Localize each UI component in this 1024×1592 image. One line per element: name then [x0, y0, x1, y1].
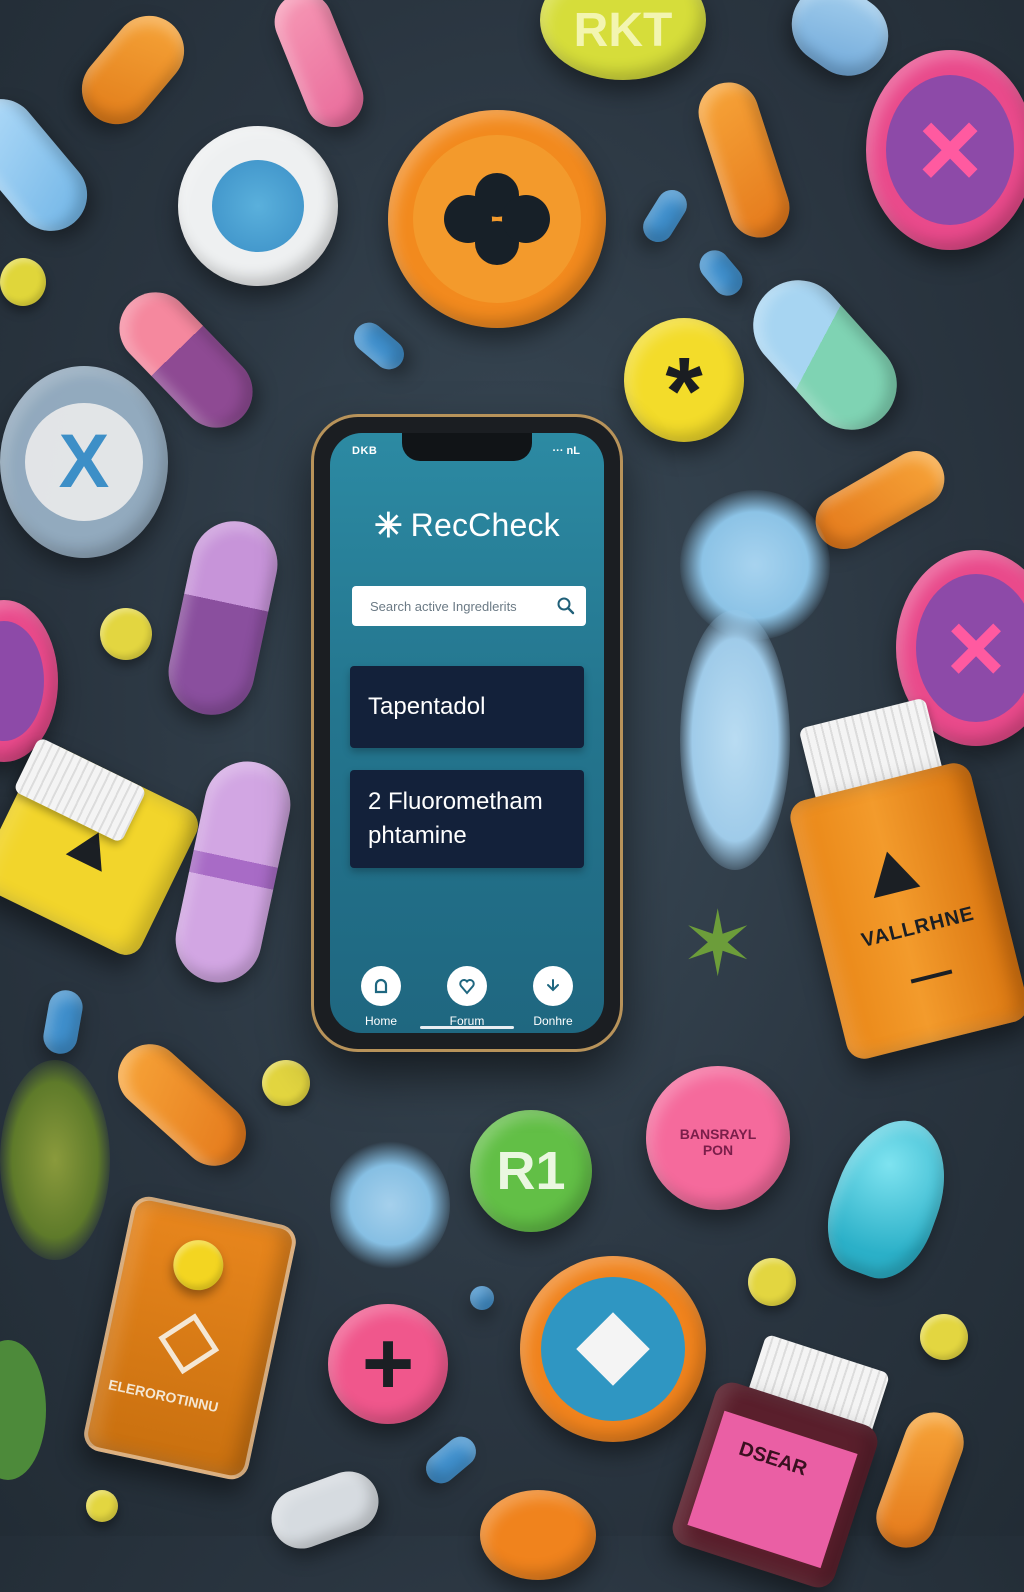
pink-label-disc: BANSRAYL PON	[646, 1066, 790, 1210]
blue-capsule-top-right	[776, 0, 904, 92]
arrow-down-icon[interactable]	[533, 966, 573, 1006]
clear-capsule-bottom	[263, 1462, 387, 1558]
grass-tuft	[0, 1060, 110, 1260]
nav-label-donhre: Donhre	[533, 1014, 573, 1028]
small-blue-pill-5	[419, 1430, 483, 1490]
yellow-dot	[0, 258, 46, 306]
pink-disc-label-2: PON	[702, 1142, 734, 1158]
bottom-nav: Home Forum Donhre	[330, 966, 604, 1028]
app-screen: DKB ··· nL ✳ RecCheck Tapentadol 2 Fluor…	[330, 433, 604, 1033]
green-leaf	[0, 1340, 46, 1480]
orange-bottle: VALLRHNE	[786, 759, 1024, 1063]
result-card[interactable]: Tapentadol	[350, 666, 584, 748]
orange-bottle-label: VALLRHNE	[859, 902, 977, 952]
orange-box-label: ELEROROTINNU	[106, 1376, 220, 1416]
heart-shield-icon[interactable]	[447, 966, 487, 1006]
top-disc-label: RKT	[573, 3, 673, 57]
small-blue-pill-4	[40, 987, 86, 1057]
smartphone: DKB ··· nL ✳ RecCheck Tapentadol 2 Fluor…	[314, 417, 620, 1049]
yellow-dot-3	[262, 1060, 310, 1106]
nav-item-home[interactable]: Home	[346, 966, 416, 1028]
nav-item-donhre[interactable]: Donhre	[518, 966, 588, 1028]
cyan-bulb	[811, 1105, 965, 1291]
notch	[402, 433, 532, 461]
status-bar-right: ··· nL	[552, 445, 580, 457]
orange-capsule-lower	[104, 1031, 260, 1179]
nav-label-home: Home	[364, 1014, 397, 1028]
search-bar[interactable]	[352, 586, 586, 626]
yellow-dot-5	[920, 1314, 968, 1360]
orange-box: ELEROROTINNU	[80, 1193, 300, 1483]
lilac-band-capsule	[167, 753, 299, 991]
blue-green-capsule	[734, 261, 916, 449]
result-label: 2 Fluorometham phtamine	[368, 788, 543, 849]
result-card[interactable]: 2 Fluorometham phtamine	[350, 770, 584, 868]
asterisk-icon: ✳	[374, 506, 403, 545]
search-icon[interactable]	[556, 596, 576, 616]
orange-clover-disc	[388, 110, 606, 328]
small-blue-pill-6	[470, 1286, 494, 1310]
result-label: Tapentadol	[368, 693, 486, 720]
app-title: RecCheck	[410, 507, 560, 543]
green-r1-disc: R1	[470, 1110, 592, 1232]
home-indicator[interactable]	[420, 1026, 514, 1029]
yellow-dot-2	[100, 608, 152, 660]
green-herb: ✶	[680, 895, 756, 995]
small-blue-pill-2	[637, 184, 693, 248]
orange-capsule	[67, 1, 199, 139]
small-blue-pill	[347, 316, 411, 376]
nav-item-forum[interactable]: Forum	[432, 966, 502, 1028]
orange-blue-disc	[520, 1256, 706, 1442]
green-disc-label: R1	[496, 1141, 566, 1201]
pink-plus-disc: +	[328, 1304, 448, 1424]
pink-x-disc-left	[0, 600, 58, 762]
pink-disc-label-1: BANSRAYL	[679, 1126, 757, 1142]
orange-capsule-right	[690, 74, 798, 246]
blue-capsule-left	[0, 84, 102, 246]
yellow-dot-4	[748, 1258, 796, 1306]
yellow-top-disc: RKT	[540, 0, 706, 80]
status-bar-left: DKB	[352, 445, 378, 457]
lilac-capsule	[160, 513, 286, 723]
white-dish	[178, 126, 338, 286]
home-icon[interactable]	[361, 966, 401, 1006]
pink-capsule	[265, 0, 373, 136]
clear-x-dish: X	[0, 366, 168, 558]
blue-powder-small	[330, 1140, 450, 1270]
pink-x-disc-top: ×	[866, 50, 1024, 250]
search-input[interactable]	[368, 597, 556, 615]
orange-capsule-bottom	[867, 1403, 973, 1557]
small-blue-pill-3	[693, 244, 749, 302]
yellow-asterisk-disc: *	[624, 318, 744, 442]
app-header: ✳ RecCheck	[330, 507, 604, 544]
yellow-dot-6	[86, 1490, 118, 1522]
orange-disc-bottom	[480, 1490, 596, 1580]
